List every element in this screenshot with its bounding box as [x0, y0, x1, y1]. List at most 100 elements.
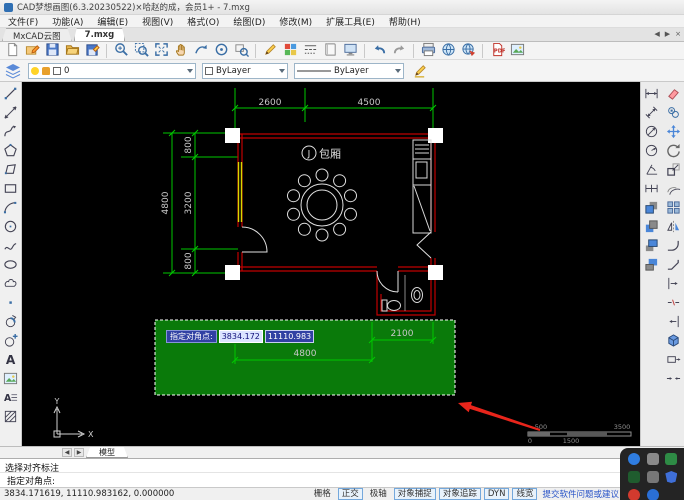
dim-angular-button[interactable]: [643, 163, 661, 179]
polyline-button[interactable]: [2, 125, 20, 141]
web-globe-button[interactable]: [439, 43, 457, 59]
ellipse-button[interactable]: [2, 258, 20, 274]
zoom-window-button[interactable]: [132, 43, 150, 59]
offset-button[interactable]: [664, 182, 682, 198]
pdf-export-button[interactable]: PDF: [488, 43, 506, 59]
draworder-front-button[interactable]: [643, 201, 661, 217]
toggle-对象捕捉[interactable]: 对象捕捉: [394, 488, 436, 500]
line-button[interactable]: [2, 87, 20, 103]
security-shield-icon[interactable]: [665, 471, 677, 483]
tab-model[interactable]: 模型: [86, 447, 128, 458]
text-button[interactable]: A: [2, 353, 20, 369]
menu-item-7[interactable]: 扩展工具(E): [326, 15, 375, 28]
layout-next-button[interactable]: ▶: [74, 448, 84, 457]
pan-button[interactable]: [172, 43, 190, 59]
erase-button[interactable]: [664, 87, 682, 103]
toggle-线宽[interactable]: 线宽: [512, 488, 537, 500]
menu-item-8[interactable]: 帮助(H): [389, 15, 421, 28]
game-center-icon[interactable]: [665, 453, 677, 465]
browser-icon[interactable]: [647, 489, 659, 500]
menu-item-6[interactable]: 修改(M): [279, 15, 312, 28]
new-file-button[interactable]: [3, 43, 21, 59]
fillet-button[interactable]: [664, 239, 682, 255]
pencil-button[interactable]: [261, 43, 279, 59]
stretch-button[interactable]: [664, 353, 682, 369]
toggle-DYN[interactable]: DYN: [484, 488, 510, 500]
closed-polyline-button[interactable]: [2, 163, 20, 179]
match-properties-button[interactable]: [410, 63, 428, 79]
usb-device-icon[interactable]: [647, 453, 659, 465]
rotate-button[interactable]: [664, 144, 682, 160]
point-button[interactable]: [2, 296, 20, 312]
tab-next-button[interactable]: ▶: [665, 30, 670, 38]
array-button[interactable]: [664, 201, 682, 217]
menu-item-2[interactable]: 编辑(E): [97, 15, 128, 28]
dim-continue-button[interactable]: [643, 182, 661, 198]
dim-diameter-button[interactable]: [643, 125, 661, 141]
menu-item-3[interactable]: 视图(V): [142, 15, 173, 28]
zoom-object-button[interactable]: [232, 43, 250, 59]
save-as-button[interactable]: [83, 43, 101, 59]
arc-button[interactable]: [2, 201, 20, 217]
block-create-button[interactable]: [2, 334, 20, 350]
redo-button[interactable]: [390, 43, 408, 59]
copy-button[interactable]: [664, 106, 682, 122]
join-button[interactable]: [664, 372, 682, 388]
dim-linear-button[interactable]: [643, 87, 661, 103]
command-line[interactable]: 选择对齐标注 指定对角点:: [0, 458, 684, 487]
hatch-button[interactable]: [2, 410, 20, 426]
rectangle-button[interactable]: [2, 182, 20, 198]
draworder-above-button[interactable]: [643, 239, 661, 255]
layer-manager-button[interactable]: [4, 63, 22, 79]
break-button[interactable]: [664, 296, 682, 312]
polygon-button[interactable]: [2, 144, 20, 160]
menu-item-4[interactable]: 格式(O): [187, 15, 219, 28]
dim-aligned-button[interactable]: [643, 106, 661, 122]
open-edit-button[interactable]: [23, 43, 41, 59]
zoom-previous-button[interactable]: [192, 43, 210, 59]
dim-radius-button[interactable]: [643, 144, 661, 160]
document-tab-1[interactable]: 7.mxg: [74, 28, 126, 41]
layout-prev-button[interactable]: ◀: [62, 448, 72, 457]
mirror-button[interactable]: [664, 220, 682, 236]
revision-cloud-button[interactable]: [2, 277, 20, 293]
toggle-正交[interactable]: 正交: [338, 488, 363, 500]
document-tab-0[interactable]: MxCAD云图: [2, 28, 72, 41]
trim-button[interactable]: [664, 315, 682, 331]
tab-close-button[interactable]: ×: [675, 30, 681, 38]
scale-button[interactable]: [664, 163, 682, 179]
toggle-栅格[interactable]: 栅格: [310, 488, 335, 500]
feedback-link[interactable]: 提交软件问题或建议: [542, 488, 619, 500]
layer-select[interactable]: 0: [28, 63, 196, 79]
command-prompt[interactable]: 指定对角点:: [0, 473, 684, 487]
zoom-in-button[interactable]: [112, 43, 130, 59]
monitor-save-button[interactable]: [341, 43, 359, 59]
construction-line-button[interactable]: [2, 106, 20, 122]
image-insert-button[interactable]: [2, 372, 20, 388]
mtext-button[interactable]: A: [2, 391, 20, 407]
print-button[interactable]: [419, 43, 437, 59]
chamfer-button[interactable]: [664, 258, 682, 274]
dynamic-input-x[interactable]: 3834.172: [219, 330, 263, 343]
open-folder-button[interactable]: [63, 43, 81, 59]
block-book-button[interactable]: [321, 43, 339, 59]
color-select[interactable]: ByLayer: [202, 63, 288, 79]
drawing-canvas[interactable]: 2600 4500 4800 800 3200 800 2100 4800: [22, 82, 640, 446]
menu-item-1[interactable]: 功能(A): [52, 15, 83, 28]
record-icon[interactable]: [628, 489, 640, 500]
circle-button[interactable]: [2, 220, 20, 236]
save-button[interactable]: [43, 43, 61, 59]
linetype-select[interactable]: ByLayer: [294, 63, 404, 79]
menu-item-0[interactable]: 文件(F): [8, 15, 38, 28]
toggle-对象追踪[interactable]: 对象追踪: [439, 488, 481, 500]
palette-button[interactable]: [281, 43, 299, 59]
image-insert-button[interactable]: [508, 43, 526, 59]
spline-button[interactable]: [2, 239, 20, 255]
move-button[interactable]: [664, 125, 682, 141]
draworder-below-button[interactable]: [643, 258, 661, 274]
screenshot-icon[interactable]: [628, 471, 640, 483]
linetype-list-button[interactable]: [301, 43, 319, 59]
block-insert-button[interactable]: [2, 315, 20, 331]
zoom-extents-button[interactable]: [152, 43, 170, 59]
bluetooth-icon[interactable]: [628, 453, 640, 465]
